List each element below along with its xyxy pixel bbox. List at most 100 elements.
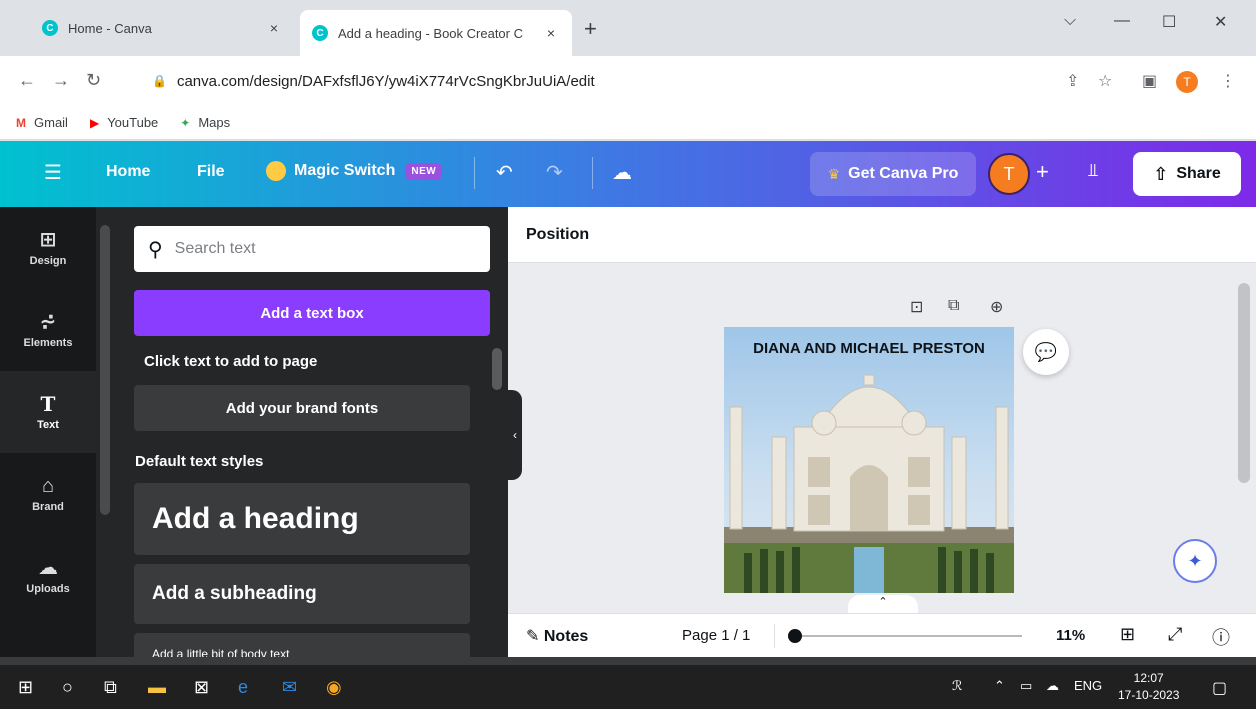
show-pages-chevron-icon[interactable]: ⌃ [848, 595, 918, 613]
lock-icon: 🔒 [152, 74, 167, 88]
rail-item-label: Elements [23, 337, 73, 349]
page-heading-text[interactable]: DIANA AND MICHAEL PRESTON [724, 339, 1014, 358]
page-indicator[interactable]: Page 1 / 1 [682, 627, 750, 644]
add-page-icon[interactable]: ⊕ [990, 297, 1003, 317]
fullscreen-icon[interactable]: ⤢ [1168, 624, 1182, 645]
undo-icon[interactable]: ↶ [496, 160, 513, 185]
rail-scroll-thumb[interactable] [100, 225, 110, 515]
network-icon[interactable]: ☁ [1046, 678, 1059, 694]
collapse-panel-button[interactable]: ‹ [508, 390, 522, 480]
system-clock[interactable]: 12:07 17-10-2023 [1118, 670, 1179, 704]
youtube-icon: ▶ [89, 115, 100, 130]
panel-scrollbar[interactable] [488, 332, 506, 657]
design-page[interactable]: DIANA AND MICHAEL PRESTON [724, 327, 1014, 593]
browser-menu-icon[interactable]: ⋮ [1220, 71, 1236, 91]
clock-time: 12:07 [1133, 671, 1164, 685]
zoom-value[interactable]: 11% [1056, 627, 1085, 644]
forward-icon[interactable]: → [52, 70, 70, 90]
language-indicator[interactable]: ENG [1074, 678, 1102, 693]
address-bar[interactable]: 🔒 canva.com/design/DAFxfsflJ6Y/yw4iX774r… [140, 66, 1120, 96]
tab-close-icon[interactable]: × [265, 20, 283, 36]
minimize-button[interactable]: — [1114, 12, 1130, 30]
task-view-icon[interactable]: ⧉ [104, 675, 117, 699]
rail-item-design[interactable]: ⊞ Design [0, 207, 96, 289]
people-icon[interactable]: ℛ [952, 678, 962, 694]
bookmark-youtube[interactable]: ▶ YouTube [90, 115, 158, 130]
user-avatar[interactable]: T [988, 153, 1030, 195]
notes-button[interactable]: ✎ Notes [526, 626, 588, 646]
tab-search-chevron-icon[interactable]: ⌵ [1064, 12, 1076, 30]
bookmark-star-icon[interactable]: ☆ [1098, 71, 1112, 91]
hamburger-menu-icon[interactable]: ☰ [44, 160, 62, 185]
rail-scrollbar[interactable] [96, 207, 116, 657]
tab-add-a-heading[interactable]: C Add a heading - Book Creator C × [300, 10, 572, 56]
bookmark-gmail[interactable]: M Gmail [16, 115, 68, 130]
zoom-slider-knob[interactable] [788, 629, 803, 643]
share-button[interactable]: ⇧ Share [1133, 152, 1241, 196]
browser-tab-strip: C Home - Canva × C Add a heading - Book … [0, 0, 1256, 56]
lock-page-icon[interactable]: ⊡ [910, 297, 923, 317]
add-comment-button[interactable]: 💬 [1023, 329, 1069, 375]
header-divider [474, 157, 475, 189]
text-icon: T [40, 392, 56, 416]
profile-avatar[interactable]: T [1176, 71, 1198, 93]
home-button[interactable]: Home [106, 163, 150, 181]
windows-start-icon[interactable]: ⊞ [18, 675, 33, 699]
duplicate-page-icon[interactable]: ⧉ [948, 297, 959, 315]
add-heading-button[interactable]: Add a heading [134, 483, 470, 555]
canva-assistant-button[interactable]: ✦ [1173, 539, 1217, 583]
bookmark-label: Maps [198, 115, 231, 130]
invite-plus-button[interactable]: + [1036, 159, 1049, 185]
rail-item-uploads[interactable]: ☁ Uploads [0, 535, 96, 617]
battery-icon[interactable]: ▭ [1020, 678, 1032, 694]
search-icon: ⚲ [148, 238, 163, 261]
notifications-icon[interactable]: ▢ [1212, 678, 1227, 698]
file-menu-button[interactable]: File [197, 163, 225, 181]
add-subheading-button[interactable]: Add a subheading [134, 564, 470, 624]
share-page-icon[interactable]: ⇪ [1066, 71, 1079, 91]
search-text-input[interactable]: ⚲ Search text [134, 226, 490, 272]
click-text-hint: Click text to add to page [144, 353, 318, 370]
magic-switch-icon [266, 161, 286, 181]
add-brand-fonts-button[interactable]: Add your brand fonts [134, 385, 470, 431]
grid-view-icon[interactable]: ⊞ [1120, 624, 1135, 645]
mail-icon[interactable]: ✉ [282, 675, 297, 699]
search-circle-icon[interactable]: ○ [62, 675, 73, 699]
rail-item-brand[interactable]: ⌂ Brand [0, 453, 96, 535]
add-text-box-button[interactable]: Add a text box [134, 290, 490, 336]
canvas-vertical-scrollbar[interactable] [1232, 265, 1254, 605]
tray-chevron-icon[interactable]: ⌃ [994, 678, 1005, 694]
reload-icon[interactable]: ↻ [86, 70, 101, 90]
magic-switch-button[interactable]: Magic Switch NEW [266, 161, 443, 181]
redo-icon[interactable]: ↷ [546, 160, 563, 185]
help-icon[interactable]: ⓘ [1212, 624, 1230, 650]
panel-scroll-thumb[interactable] [492, 348, 502, 390]
notes-label: Notes [543, 628, 589, 645]
position-button[interactable]: Position [526, 226, 589, 244]
rail-item-elements[interactable]: ⩫ Elements [0, 289, 96, 371]
get-canva-pro-button[interactable]: ♛ Get Canva Pro [810, 152, 976, 196]
cloud-saved-icon[interactable]: ☁ [612, 160, 632, 185]
editor-canvas-area: Position ⊡ ⧉ ⊕ DIANA AND MICHAEL PRESTON… [508, 207, 1256, 657]
edge-browser-icon[interactable]: e [238, 675, 248, 699]
tab-home-canva[interactable]: C Home - Canva × [30, 10, 295, 46]
canva-favicon-icon: C [42, 20, 58, 36]
side-rail: ⊞ Design ⩫ Elements T Text ⌂ Brand ☁ Upl… [0, 207, 96, 657]
file-explorer-icon[interactable]: ▬ [148, 675, 166, 699]
zoom-slider[interactable] [788, 629, 1022, 643]
maximize-button[interactable]: ☐ [1162, 12, 1176, 32]
store-icon[interactable]: ⊠ [194, 675, 209, 699]
rail-item-text[interactable]: T Text [0, 371, 96, 453]
new-tab-button[interactable]: + [584, 18, 597, 40]
side-panel-icon[interactable]: ▣ [1142, 71, 1157, 91]
canvas-scroll-thumb[interactable] [1238, 283, 1250, 483]
windows-taskbar: ⊞ ○ ⧉ ▬ ⊠ e ✉ ◉ ℛ ⌃ ▭ ☁ ENG 12:07 17-10-… [0, 665, 1256, 709]
insights-chart-icon[interactable]: ⫫ [1088, 160, 1098, 181]
chrome-icon[interactable]: ◉ [326, 675, 342, 699]
back-icon[interactable]: ← [18, 70, 36, 90]
footer-divider [774, 624, 775, 648]
add-body-text-button[interactable]: Add a little bit of body text [134, 633, 470, 657]
close-window-button[interactable]: ✕ [1214, 12, 1227, 32]
bookmark-maps[interactable]: ✦ Maps [180, 115, 230, 130]
tab-close-icon[interactable]: × [542, 25, 560, 41]
